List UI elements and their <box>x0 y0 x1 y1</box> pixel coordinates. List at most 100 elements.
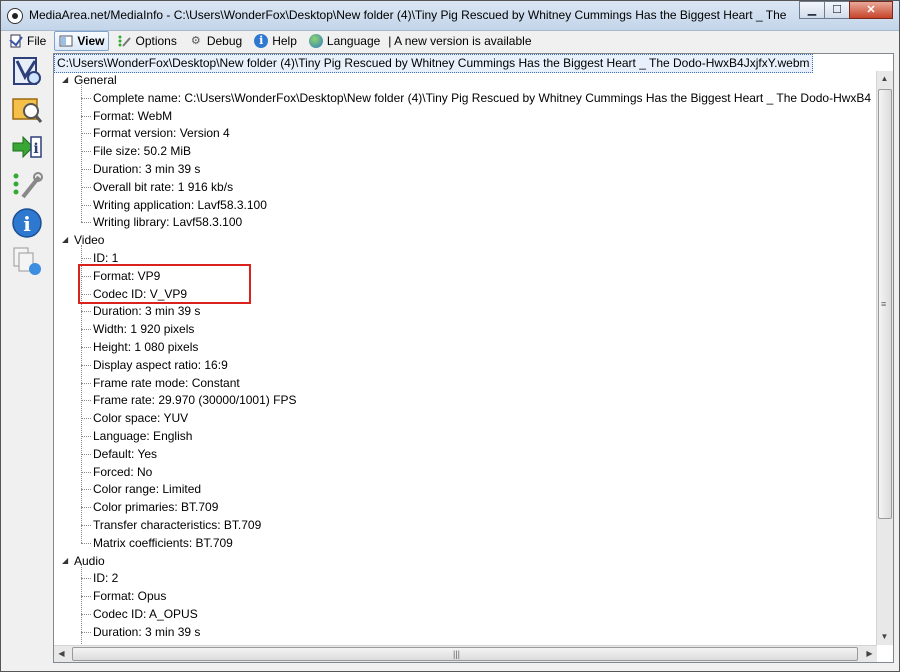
view-icon <box>59 35 73 47</box>
field-item[interactable]: Default: Yes <box>93 445 157 463</box>
field-item[interactable]: File size: 50.2 MiB <box>93 142 191 160</box>
tree-connector <box>81 329 91 331</box>
language-globe-icon <box>308 34 323 48</box>
field-item[interactable]: Width: 1 920 pixels <box>93 320 194 338</box>
field-item[interactable]: Duration: 3 min 39 s <box>93 160 200 178</box>
field-item[interactable]: Codec ID: A_OPUS <box>93 605 198 623</box>
about-icon[interactable]: i <box>11 207 43 239</box>
horizontal-scroll-thumb[interactable]: ||| <box>72 647 858 661</box>
options-icon <box>118 35 132 47</box>
tree-connector <box>81 151 91 153</box>
scroll-right-arrow[interactable]: ▶ <box>862 646 877 662</box>
tree-connector <box>81 507 91 509</box>
tree-connector <box>81 382 91 384</box>
info-panel: C:\Users\WonderFox\Desktop\New folder (4… <box>53 53 894 663</box>
section-audio[interactable]: Audio <box>74 552 105 570</box>
field-item[interactable]: Forced: No <box>93 463 152 481</box>
mediainfo-app-icon <box>7 8 23 24</box>
view-toolbar: i i <box>1 53 49 663</box>
close-button[interactable]: ✕ <box>849 1 893 19</box>
field-item[interactable]: Channel(s): 2 channels <box>93 641 216 644</box>
tree-connector <box>81 525 91 526</box>
file-icon <box>9 34 23 48</box>
tree-connector <box>81 614 91 615</box>
scroll-left-arrow[interactable]: ◀ <box>54 646 69 662</box>
help-info-icon: i <box>254 34 269 48</box>
menu-options-label: Options <box>135 34 177 48</box>
export-icon[interactable]: i <box>11 131 43 163</box>
horizontal-thumb-grip: ||| <box>453 649 461 659</box>
tree-connector <box>81 347 91 348</box>
basic-view-icon[interactable] <box>11 55 43 87</box>
scroll-up-arrow[interactable]: ▲ <box>877 71 892 87</box>
info-tree: ◢ General Complete name: C:\Users\WonderFo… <box>54 71 874 644</box>
field-item[interactable]: Overall bit rate: 1 916 kb/s <box>93 178 233 196</box>
vertical-scroll-thumb[interactable]: ≡ <box>878 89 892 519</box>
section-expander-icon[interactable]: ◢ <box>62 71 68 89</box>
field-item[interactable]: ID: 2 <box>93 569 118 587</box>
scroll-down-arrow[interactable]: ▼ <box>877 629 892 645</box>
tree-guide-line <box>81 565 82 644</box>
new-version-notice[interactable]: | A new version is available <box>388 34 531 48</box>
field-item[interactable]: Frame rate mode: Constant <box>93 374 240 392</box>
menu-language-label: Language <box>326 34 381 48</box>
field-item[interactable]: Matrix coefficients: BT.709 <box>93 534 233 552</box>
field-item[interactable]: Color space: YUV <box>93 409 188 427</box>
menu-options[interactable]: Options <box>113 32 180 50</box>
field-item[interactable]: Frame rate: 29.970 (30000/1001) FPS <box>93 391 296 409</box>
mediainfo-window: MediaArea.net/MediaInfo - C:\Users\Wonde… <box>0 0 900 672</box>
field-item[interactable]: Writing application: Lavf58.3.100 <box>93 196 267 214</box>
field-item[interactable]: Format: Opus <box>93 587 166 605</box>
menu-debug[interactable]: ⚙ Debug <box>185 32 246 50</box>
tree-connector <box>81 169 91 170</box>
field-item[interactable]: Color range: Limited <box>93 480 201 498</box>
minimize-button[interactable]: ▁ <box>799 1 825 19</box>
tree-connector <box>81 453 91 455</box>
tree-connector <box>81 186 91 188</box>
tree-guide-line <box>81 84 82 223</box>
preferences-icon[interactable] <box>11 169 43 201</box>
field-item[interactable]: Height: 1 080 pixels <box>93 338 198 356</box>
section-video[interactable]: Video <box>74 231 104 249</box>
tree-connector <box>81 418 91 420</box>
menu-file[interactable]: File <box>5 32 50 50</box>
menu-view-label: View <box>77 34 105 48</box>
menu-language[interactable]: Language <box>305 32 384 50</box>
tree-connector <box>81 133 91 135</box>
field-item[interactable]: Format version: Version 4 <box>93 124 230 142</box>
tree-connector <box>81 115 91 117</box>
field-item[interactable]: Duration: 3 min 39 s <box>93 623 200 641</box>
tree-connector <box>81 631 91 633</box>
vertical-scrollbar[interactable]: ▲ ≡ ▼ <box>876 71 893 645</box>
field-item[interactable]: Language: English <box>93 427 192 445</box>
field-item[interactable]: Duration: 3 min 39 s <box>93 302 200 320</box>
field-item[interactable]: Complete name: C:\Users\WonderFox\Deskto… <box>93 89 871 107</box>
field-item[interactable]: Format: WebM <box>93 107 172 125</box>
tree-connector <box>81 400 91 402</box>
menu-help[interactable]: i Help <box>250 32 301 50</box>
tree-connector <box>81 542 91 544</box>
tree-connector <box>81 578 91 580</box>
tree-connector <box>81 471 91 473</box>
title-bar[interactable]: MediaArea.net/MediaInfo - C:\Users\Wonde… <box>1 1 899 31</box>
section-expander-icon[interactable]: ◢ <box>62 231 68 249</box>
menu-view[interactable]: View <box>54 31 110 51</box>
tree-connector <box>81 311 91 313</box>
field-item[interactable]: Color primaries: BT.709 <box>93 498 218 516</box>
field-item[interactable]: Transfer characteristics: BT.709 <box>93 516 261 534</box>
window-title: MediaArea.net/MediaInfo - C:\Users\Wonde… <box>29 8 789 22</box>
field-item[interactable]: Display aspect ratio: 16:9 <box>93 356 228 374</box>
multi-file-icon[interactable] <box>11 245 43 277</box>
tree-connector <box>81 436 91 437</box>
menu-file-label: File <box>27 34 47 48</box>
sheet-view-icon[interactable] <box>11 93 43 125</box>
codec-highlight-box <box>78 264 251 304</box>
tree-connector <box>81 258 91 259</box>
menu-debug-label: Debug <box>206 34 243 48</box>
horizontal-scrollbar[interactable]: ◀ ||| ▶ <box>54 645 877 662</box>
tree-connector <box>81 364 91 366</box>
section-expander-icon[interactable]: ◢ <box>62 552 68 570</box>
maximize-button[interactable]: ☐ <box>824 1 850 19</box>
svg-text:i: i <box>33 141 38 157</box>
field-item[interactable]: Writing library: Lavf58.3.100 <box>93 213 242 231</box>
